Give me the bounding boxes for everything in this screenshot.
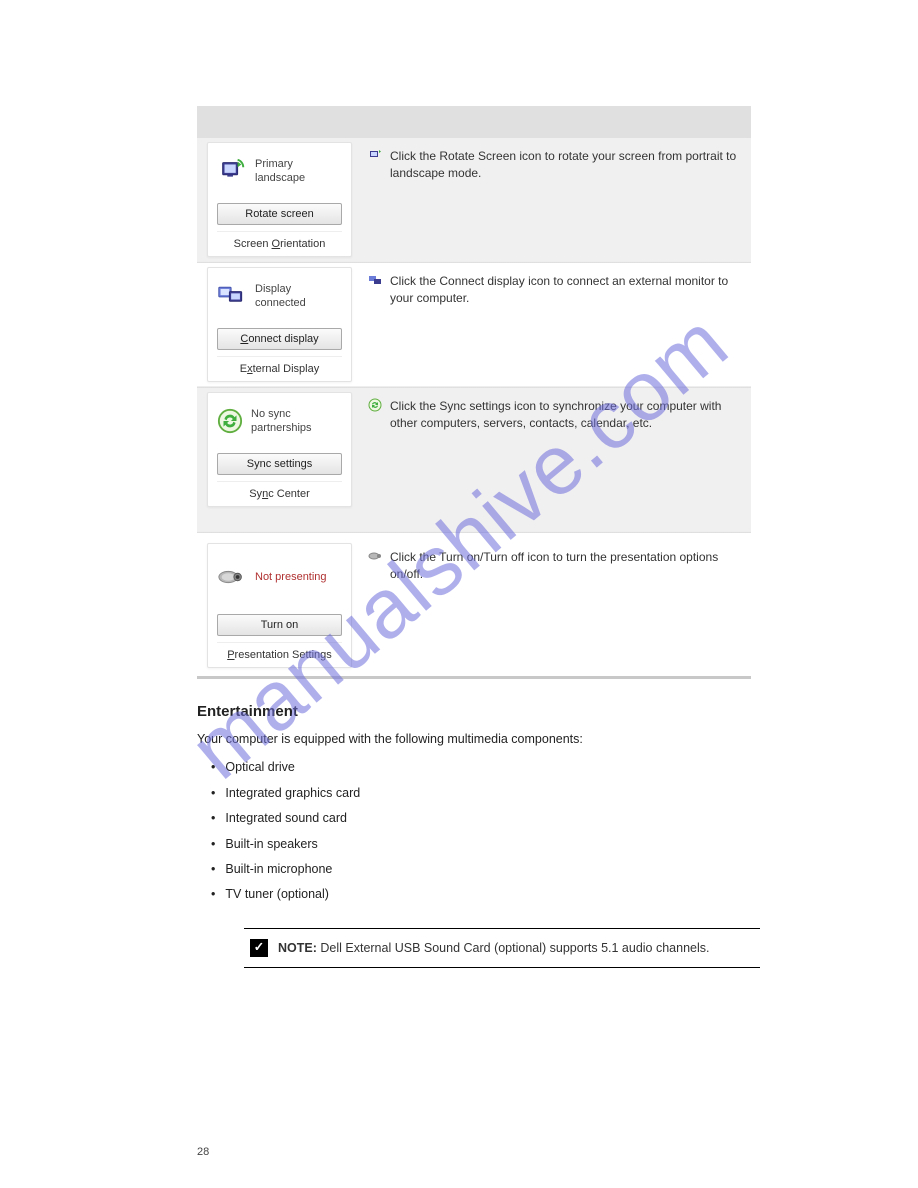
- section-title-entertainment: Entertainment: [197, 679, 751, 720]
- tile-presentation-settings: Not presenting Turn on Presentation Sett…: [207, 543, 352, 668]
- sync-mini-icon: [368, 398, 382, 412]
- option-row-external: Display connected Connect display Extern…: [197, 263, 751, 386]
- rotate-screen-button[interactable]: Rotate screen: [217, 203, 342, 225]
- tile-sync-center: No sync partnerships Sync settings Sync …: [207, 392, 352, 507]
- desc-external: Click the Connect display icon to connec…: [390, 273, 739, 308]
- dual-monitor-icon: [217, 283, 247, 312]
- status-present: Not presenting: [255, 571, 327, 585]
- connect-display-button[interactable]: Connect display: [217, 328, 342, 350]
- option-row-sync: No sync partnerships Sync settings Sync …: [197, 388, 751, 531]
- note-text: Dell External USB Sound Card (optional) …: [320, 941, 709, 955]
- status-sync: No sync partnerships: [251, 408, 312, 436]
- note-box: ✓ NOTE: Dell External USB Sound Card (op…: [244, 928, 760, 969]
- sync-icon: [217, 408, 243, 437]
- sync-settings-button[interactable]: Sync settings: [217, 453, 342, 475]
- tile-screen-orientation: Primary landscape Rotate screen Screen O…: [207, 142, 352, 257]
- note-label: NOTE:: [278, 941, 317, 955]
- list-item: Integrated graphics card: [225, 784, 360, 803]
- projector-mini-icon: [368, 549, 382, 563]
- monitor-rotate-mini-icon: [368, 148, 382, 162]
- table-header-band: [197, 106, 751, 138]
- check-icon: ✓: [250, 939, 268, 957]
- option-row-present: Not presenting Turn on Presentation Sett…: [197, 533, 751, 672]
- dual-monitor-mini-icon: [368, 273, 382, 287]
- monitor-rotate-icon: [217, 156, 247, 189]
- caption-external-display: External Display: [217, 356, 342, 375]
- list-item: Built-in speakers: [225, 835, 317, 854]
- list-item: Integrated sound card: [225, 809, 347, 828]
- desc-present: Click the Turn on/Turn off icon to turn …: [390, 549, 739, 584]
- list-item: Optical drive: [225, 758, 294, 777]
- page-number: 28: [197, 1146, 209, 1158]
- list-item: Built-in microphone: [225, 860, 332, 879]
- desc-screen: Click the Rotate Screen icon to rotate y…: [390, 148, 739, 183]
- desc-sync: Click the Sync settings icon to synchron…: [390, 398, 739, 433]
- tile-external-display: Display connected Connect display Extern…: [207, 267, 352, 382]
- intro-paragraph: Your computer is equipped with the follo…: [197, 720, 751, 749]
- list-item: TV tuner (optional): [225, 885, 329, 904]
- option-row-screen: Primary landscape Rotate screen Screen O…: [197, 138, 751, 261]
- status-screen: Primary landscape: [255, 158, 305, 186]
- projector-icon: [217, 566, 247, 591]
- status-external: Display connected: [255, 283, 306, 311]
- caption-screen-orientation: Screen Orientation: [217, 231, 342, 250]
- turn-on-button[interactable]: Turn on: [217, 614, 342, 636]
- bullet-list: •Optical drive •Integrated graphics card…: [197, 749, 751, 907]
- caption-sync-center: Sync Center: [217, 481, 342, 500]
- caption-presentation-settings: Presentation Settings: [217, 642, 342, 661]
